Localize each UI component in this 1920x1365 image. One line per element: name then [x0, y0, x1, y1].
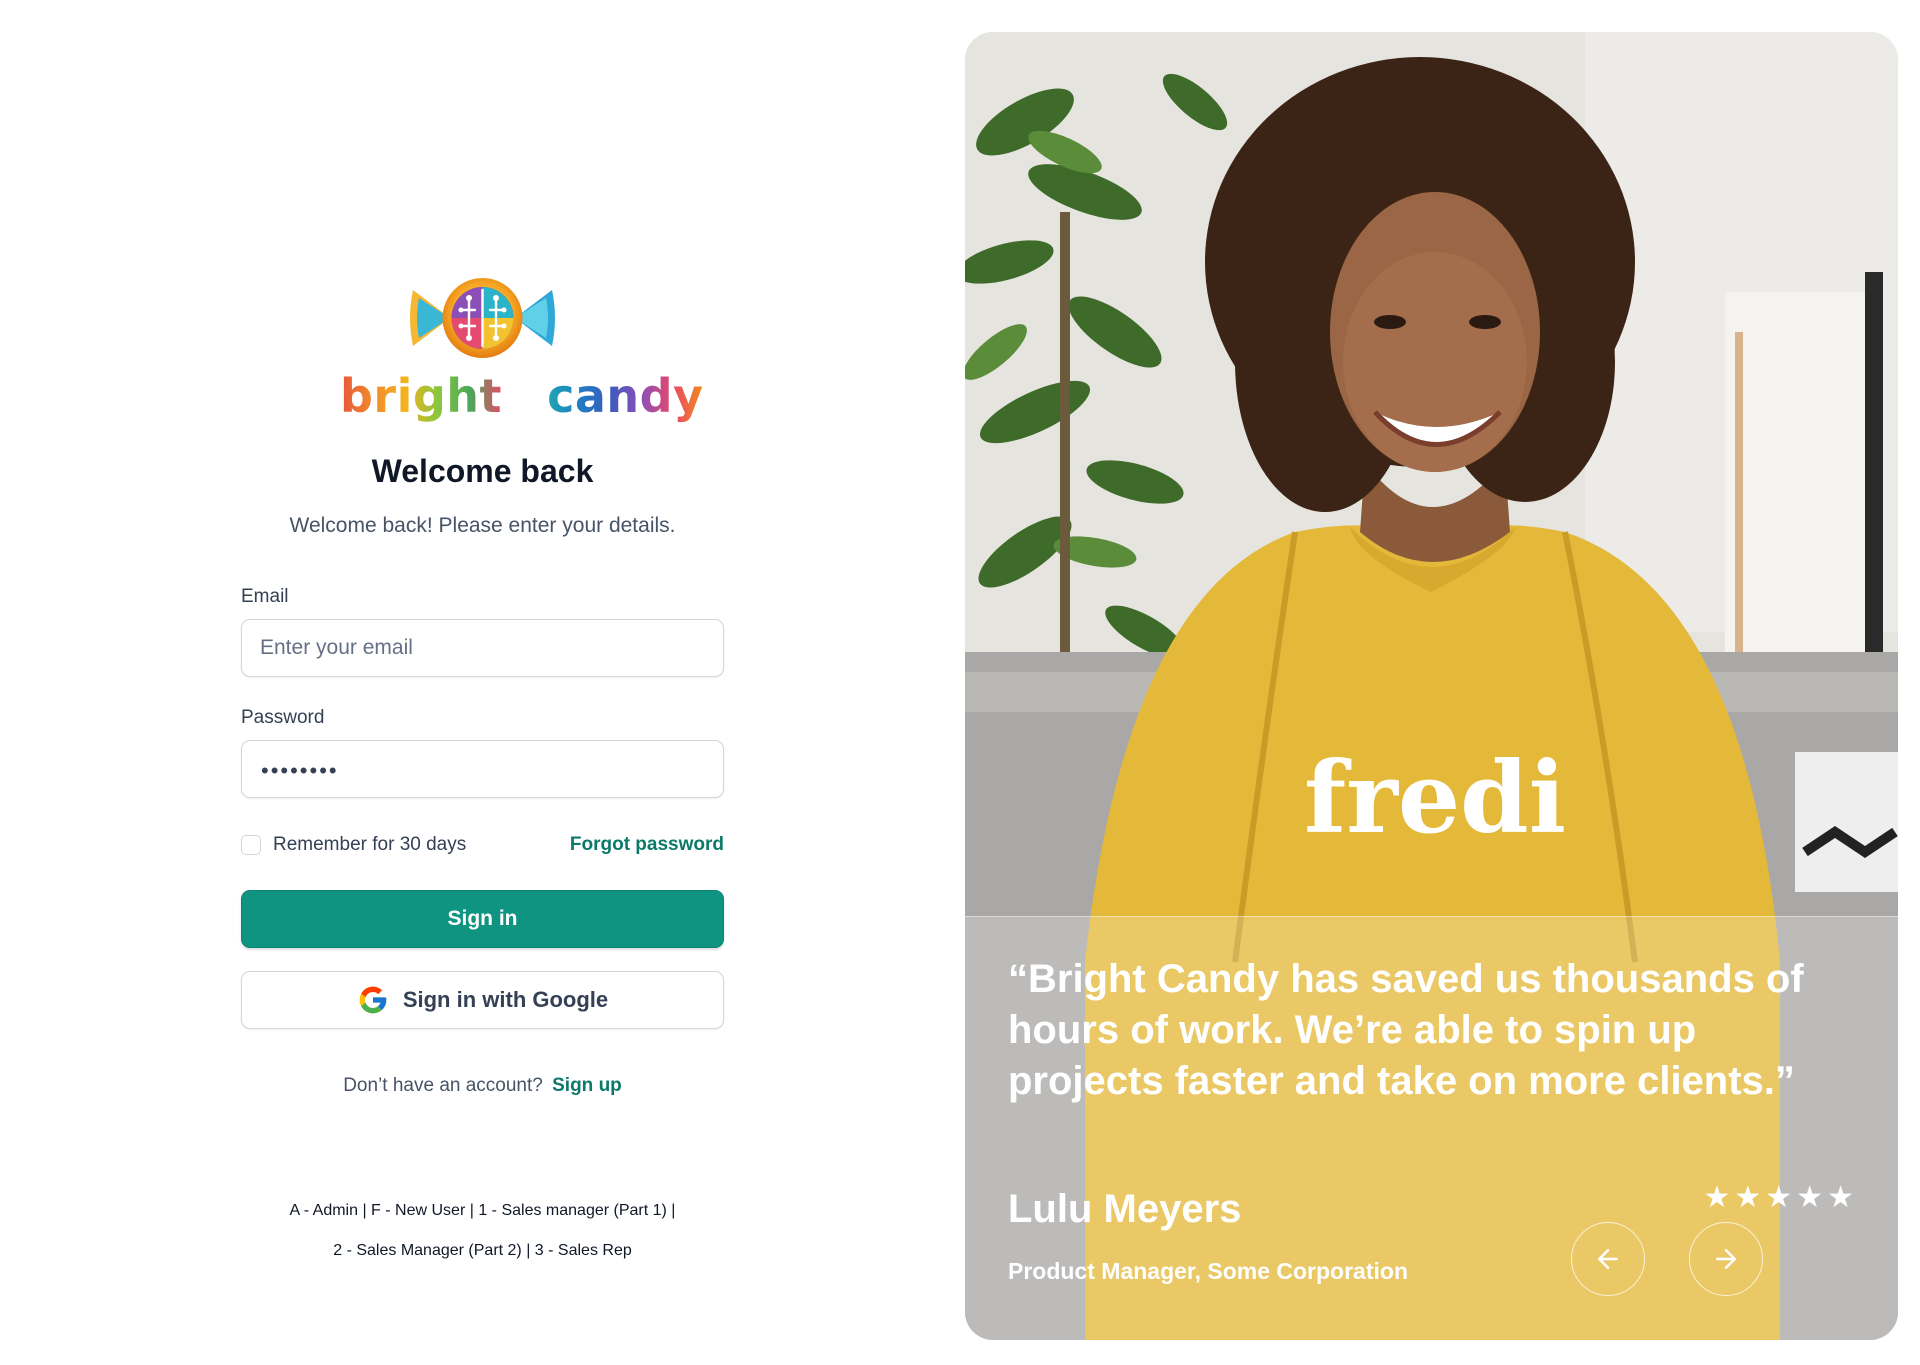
email-input[interactable] — [241, 619, 724, 677]
signup-row: Don’t have an account? Sign up — [241, 1075, 724, 1097]
rating-stars: ★★★★★ — [1703, 1181, 1858, 1214]
brand-logo: bright candy — [340, 268, 703, 428]
password-input[interactable] — [241, 740, 724, 798]
remember-label[interactable]: Remember for 30 days — [273, 834, 466, 856]
previous-testimonial-button[interactable] — [1571, 1222, 1645, 1296]
google-sign-in-button[interactable]: Sign in with Google — [241, 971, 724, 1029]
google-icon — [359, 986, 387, 1014]
page-title: Welcome back — [371, 453, 594, 489]
shortcut-hint-line-1: A - Admin | F - New User | 1 - Sales man… — [289, 1202, 676, 1219]
password-label: Password — [241, 707, 325, 728]
no-account-text: Don’t have an account? — [343, 1075, 543, 1096]
arrow-right-icon — [1716, 1249, 1736, 1269]
email-label: Email — [241, 586, 289, 607]
sign-in-button[interactable]: Sign in — [241, 890, 724, 948]
google-sign-in-label: Sign in with Google — [402, 987, 609, 1012]
candy-icon — [410, 278, 555, 358]
sign-in-label: Sign in — [447, 907, 518, 930]
brand-name-bright: bright — [340, 369, 503, 423]
login-column: bright candy Welcome back Welcome back! … — [0, 0, 965, 1365]
testimonial-quote: “Bright Candy has saved us thousands of … — [1008, 957, 1804, 1103]
next-testimonial-button[interactable] — [1689, 1222, 1763, 1296]
page-subtitle: Welcome back! Please enter your details. — [289, 514, 676, 537]
arrow-left-icon — [1598, 1249, 1618, 1269]
shortcut-hint-line-2: 2 - Sales Manager (Part 2) | 3 - Sales R… — [333, 1242, 632, 1259]
remember-row: Remember for 30 days — [241, 834, 466, 856]
sweater-print: fredi — [1304, 741, 1566, 856]
testimonial-role: Product Manager, Some Corporation — [1008, 1258, 1408, 1284]
testimonial-panel: fredi “Bright Candy has saved us thousan… — [965, 32, 1898, 1340]
sign-up-link[interactable]: Sign up — [552, 1075, 622, 1096]
forgot-password-link[interactable]: Forgot password — [570, 834, 724, 856]
testimonial-author: Lulu Meyers — [1008, 1187, 1242, 1231]
brand-name-candy: candy — [547, 369, 704, 423]
brand-wordmark: bright candy — [340, 368, 703, 424]
remember-checkbox[interactable] — [241, 835, 261, 855]
